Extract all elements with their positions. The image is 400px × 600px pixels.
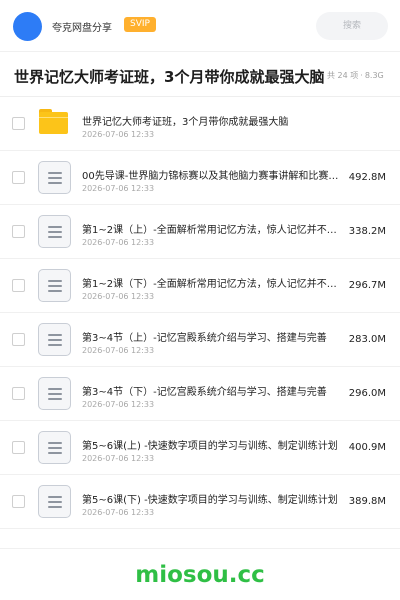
divider [0,548,400,549]
document-icon [38,269,71,302]
file-name[interactable]: 第3~4节（下）-记忆宫殿系统介绍与学习、搭建与完善 [82,383,344,398]
meta-separator: · [360,71,363,80]
file-row[interactable]: 第1~2课（上）-全面解析常用记忆方法，惊人记忆并不神秘 2026-07-06 1… [0,205,400,259]
header-bar: 夸克网盘分享 SVIP 搜索 [0,0,400,52]
file-date: 2026-07-06 12:33 [82,184,155,193]
document-icon [38,323,71,356]
document-icon [38,485,71,518]
file-size: 296.0M [348,388,386,399]
share-name: 夸克网盘分享 [52,23,112,34]
file-date: 2026-07-06 12:33 [82,454,155,463]
file-name[interactable]: 世界记忆大师考证班，3个月带你成就最强大脑 [82,113,382,128]
file-row[interactable]: 第5~6课(上) -快速数字项目的学习与训练、制定训练计划 2026-07-06 … [0,421,400,475]
folder-row[interactable]: 世界记忆大师考证班，3个月带你成就最强大脑 2026-07-06 12:33 [0,97,400,151]
row-checkbox[interactable] [12,279,25,292]
file-date: 2026-07-06 12:33 [82,400,155,409]
file-name[interactable]: 第5~6课(上) -快速数字项目的学习与训练、制定训练计划 [82,437,344,452]
row-checkbox[interactable] [12,387,25,400]
file-name[interactable]: 第5~6课(下) -快速数字项目的学习与训练、制定训练计划 [82,491,344,506]
page-title: 世界记忆大师考证班，3个月带你成就最强大脑 [14,68,325,86]
svip-badge: SVIP [124,17,156,32]
title-row: 世界记忆大师考证班，3个月带你成就最强大脑 共 24 项 · 8.3G [0,52,400,97]
file-name[interactable]: 第3~4节（上）-记忆宫殿系统介绍与学习、搭建与完善 [82,329,344,344]
file-date: 2026-07-06 12:33 [82,130,155,139]
row-checkbox[interactable] [12,117,25,130]
row-checkbox[interactable] [12,225,25,238]
document-icon [38,431,71,464]
file-size: 283.0M [348,334,386,345]
file-size: 492.8M [348,172,386,183]
file-date: 2026-07-06 12:33 [82,238,155,247]
file-row[interactable]: 00先导课-世界脑力锦标赛以及其他脑力赛事讲解和比赛项目介绍 2026-07-06… [0,151,400,205]
file-row[interactable]: 第3~4节（上）-记忆宫殿系统介绍与学习、搭建与完善 2026-07-06 12:… [0,313,400,367]
file-date: 2026-07-06 12:33 [82,508,155,517]
document-icon [38,161,71,194]
folder-icon [39,109,68,134]
file-list: 世界记忆大师考证班，3个月带你成就最强大脑 2026-07-06 12:33 00先… [0,97,400,529]
file-name[interactable]: 00先导课-世界脑力锦标赛以及其他脑力赛事讲解和比赛项目介绍 [82,167,344,182]
file-size: 400.9M [348,442,386,453]
file-size: 338.2M [348,226,386,237]
search-input[interactable]: 搜索 [316,12,388,40]
row-checkbox[interactable] [12,441,25,454]
document-icon [38,377,71,410]
document-icon [38,215,71,248]
row-checkbox[interactable] [12,171,25,184]
file-date: 2026-07-06 12:33 [82,346,155,355]
total-size: 8.3G [364,71,384,80]
folder-meta: 共 24 项 · 8.3G [327,70,384,81]
watermark: miosou.cc [135,562,265,588]
file-name[interactable]: 第1~2课（上）-全面解析常用记忆方法，惊人记忆并不神秘 [82,221,344,236]
file-row[interactable]: 第3~4节（下）-记忆宫殿系统介绍与学习、搭建与完善 2026-07-06 12:… [0,367,400,421]
row-checkbox[interactable] [12,333,25,346]
avatar[interactable] [13,12,42,41]
file-size: 389.8M [348,496,386,507]
item-count: 共 24 项 [327,71,359,80]
file-row[interactable]: 第1~2课（下）-全面解析常用记忆方法，惊人记忆并不神秘 2026-07-06 1… [0,259,400,313]
file-name[interactable]: 第1~2课（下）-全面解析常用记忆方法，惊人记忆并不神秘 [82,275,344,290]
file-date: 2026-07-06 12:33 [82,292,155,301]
file-size: 296.7M [348,280,386,291]
row-checkbox[interactable] [12,495,25,508]
file-row[interactable]: 第5~6课(下) -快速数字项目的学习与训练、制定训练计划 2026-07-06 … [0,475,400,529]
